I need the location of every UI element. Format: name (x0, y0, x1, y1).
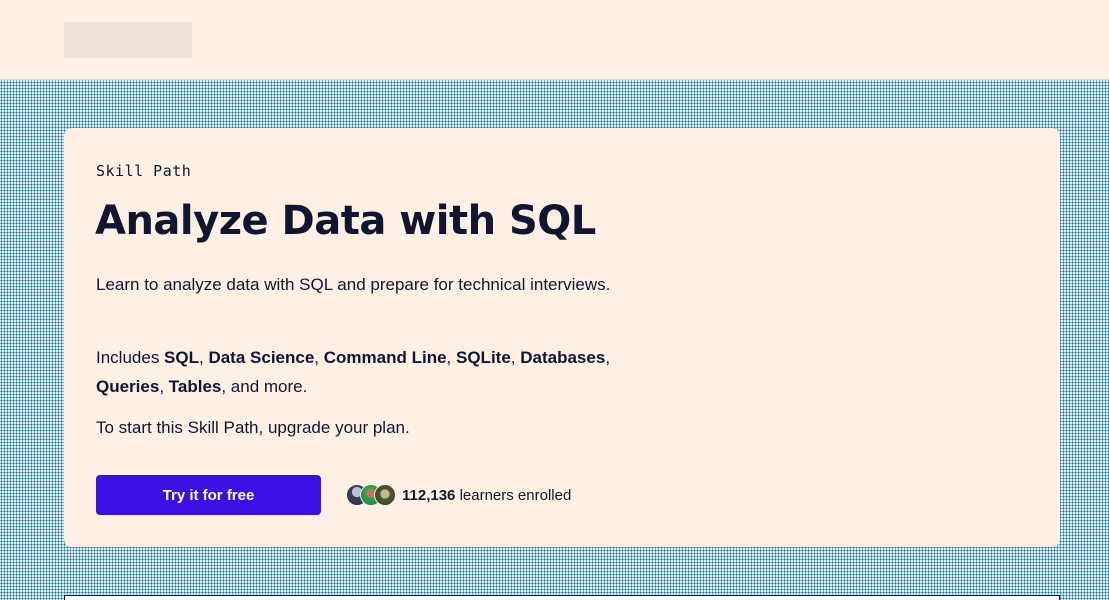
avatar (374, 484, 396, 506)
includes-topics: Includes SQL, Data Science, Command Line… (96, 348, 611, 396)
eyebrow-label: Skill Path (96, 162, 192, 180)
try-it-free-button[interactable]: Try it for free (96, 475, 321, 515)
top-navigation-bar (0, 0, 1109, 80)
enrolled-count-text: 112,136 learners enrolled (402, 487, 571, 504)
topic-item: Databases (520, 348, 606, 367)
topic-item: Data Science (208, 348, 315, 367)
learner-avatars (346, 484, 396, 506)
topic-item: Queries (96, 377, 160, 396)
skill-path-hero-card: Skill Path Analyze Data with SQL Learn t… (64, 128, 1060, 547)
enrolled-count: 112,136 (402, 486, 456, 504)
upgrade-notice: To start this Skill Path, upgrade your p… (96, 418, 410, 437)
enrolled-learners: 112,136 learners enrolled (346, 483, 571, 507)
path-description: Learn to analyze data with SQL and prepa… (96, 275, 611, 294)
includes-suffix: , and more. (221, 377, 308, 396)
logo-placeholder[interactable] (64, 22, 192, 58)
topic-item: SQLite (456, 348, 511, 367)
topic-item: Command Line (323, 348, 447, 367)
topic-item: Tables (168, 377, 222, 396)
enrolled-label: learners enrolled (455, 486, 572, 504)
page-title: Analyze Data with SQL (95, 198, 596, 244)
topic-item: SQL (164, 348, 199, 367)
includes-prefix: Includes (96, 348, 165, 367)
next-section-card (64, 595, 1060, 600)
